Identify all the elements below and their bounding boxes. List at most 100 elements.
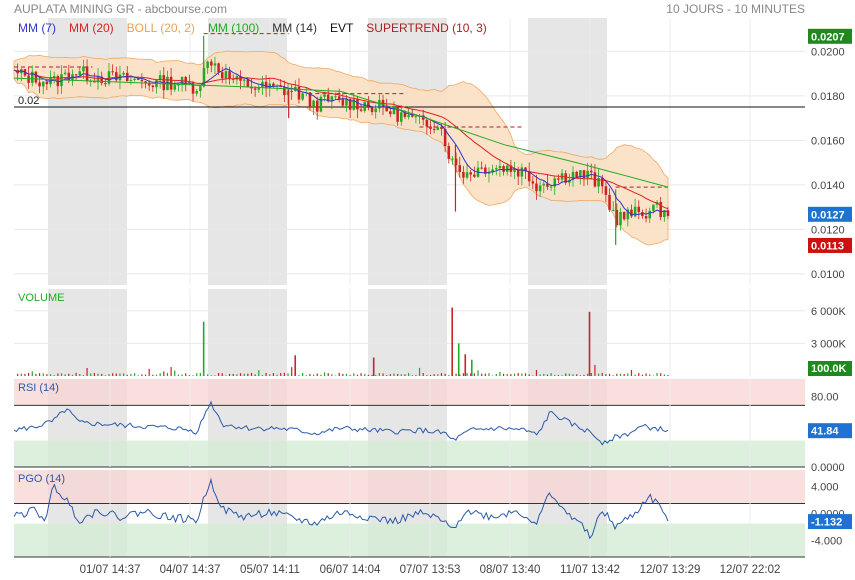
volume-bar <box>641 374 644 376</box>
candle-body <box>213 63 217 66</box>
candle-body <box>85 66 89 82</box>
volume-bar <box>305 375 307 376</box>
candle-body <box>356 99 359 110</box>
volume-bar <box>207 374 209 376</box>
volume-spike <box>294 355 297 376</box>
volume-bar <box>133 373 136 376</box>
candle-body <box>341 99 345 106</box>
x-axis-label: 12/07 22:02 <box>720 564 781 576</box>
volume-bar <box>232 373 234 376</box>
volume-bar <box>225 375 227 376</box>
volume-bar <box>535 369 538 376</box>
candle-body <box>557 178 560 180</box>
volume-bar <box>104 375 106 376</box>
legend-layer: MM (7) MM (20) BOLL (20, 2) MM (100) MM (14)… <box>18 21 487 35</box>
price-axis-tick: 0.0160 <box>811 135 845 147</box>
candle-body <box>206 61 209 69</box>
candle-body <box>133 78 136 81</box>
candle-body <box>111 71 114 73</box>
volume-bar <box>652 375 654 376</box>
volume-bar <box>608 373 611 376</box>
candle-body <box>199 86 202 91</box>
candle-body <box>195 90 198 94</box>
candle-body <box>473 174 476 177</box>
candle-body <box>297 86 301 100</box>
volume-bar <box>331 374 333 376</box>
candle-body <box>505 165 509 172</box>
volume-bar <box>163 371 165 376</box>
legend-item-4: MM (14) <box>272 21 317 35</box>
volume-bar <box>338 372 340 376</box>
volume-bar <box>561 375 563 376</box>
pgo-overbought-zone <box>14 470 805 504</box>
candle-body <box>104 83 107 85</box>
candle-body <box>538 185 542 192</box>
candle-body <box>495 168 498 170</box>
candle-body <box>425 119 429 127</box>
volume-bar <box>71 374 74 376</box>
volume-bar <box>49 374 52 376</box>
candle-body <box>586 170 589 179</box>
volume-bar <box>667 375 669 376</box>
volume-bar <box>349 375 351 376</box>
volume-bar <box>188 375 190 376</box>
x-axis-label: 06/07 14:04 <box>320 564 381 576</box>
candle-body <box>410 115 414 117</box>
price-axis-tick: 0.0180 <box>811 91 845 103</box>
volume-bar <box>192 375 194 376</box>
volume-bar <box>93 373 95 376</box>
volume-bar <box>462 373 464 376</box>
volume-bar <box>327 373 329 376</box>
volume-bar <box>60 373 63 376</box>
volume-bar <box>418 367 421 376</box>
candle-body <box>520 167 524 177</box>
candle-body <box>608 194 611 210</box>
candle-body <box>312 100 315 108</box>
legend-item-1: MM (20) <box>69 21 114 35</box>
volume-bar <box>484 373 486 376</box>
price-badge-label: 0.0113 <box>811 240 844 252</box>
candle-body <box>173 85 177 90</box>
volume-bar <box>119 373 121 376</box>
volume-bar <box>152 374 154 376</box>
volume-bar <box>141 374 143 376</box>
candle-body <box>432 128 436 130</box>
price-axis-tick: 0.0120 <box>811 224 845 236</box>
candle-body <box>129 80 133 82</box>
candle-body <box>465 172 469 178</box>
volume-badge-label: 100.0K <box>811 363 847 375</box>
volume-bar <box>90 373 92 376</box>
candle-body <box>140 79 144 82</box>
volume-bar <box>75 372 77 376</box>
volume-bar <box>627 373 629 376</box>
volume-bar <box>108 374 110 376</box>
candle-body <box>622 211 626 220</box>
stock-chart[interactable]: 0.02 0.0200 0.0180 0.0160 0.0140 0.0120 0.010… <box>0 0 855 580</box>
volume-title: VOLUME <box>18 292 64 304</box>
volume-bar <box>221 373 223 376</box>
x-axis-label: 04/07 14:37 <box>160 564 221 576</box>
volume-bar <box>312 374 315 376</box>
volume-bar <box>448 375 450 376</box>
volume-bar <box>638 373 640 376</box>
candle-body <box>652 204 655 211</box>
candle-body <box>619 211 622 226</box>
candle-body <box>447 146 451 159</box>
candle-body <box>301 93 304 100</box>
rsi-oversold-zone <box>14 440 805 467</box>
candle-body <box>436 127 440 130</box>
volume-bar <box>524 373 527 376</box>
volume-bar <box>272 373 275 376</box>
volume-bar <box>554 374 556 376</box>
candle-body <box>217 63 220 73</box>
volume-bar <box>546 374 549 376</box>
volume-bar <box>583 374 585 376</box>
candle-body <box>290 90 293 92</box>
candle-body <box>462 171 465 178</box>
pgo-badge-label: -1.132 <box>811 517 842 529</box>
volume-bar <box>422 372 424 376</box>
candle-body <box>151 85 155 88</box>
volume-bar <box>130 373 132 376</box>
volume-bar <box>440 373 443 376</box>
volume-bar <box>481 373 483 376</box>
